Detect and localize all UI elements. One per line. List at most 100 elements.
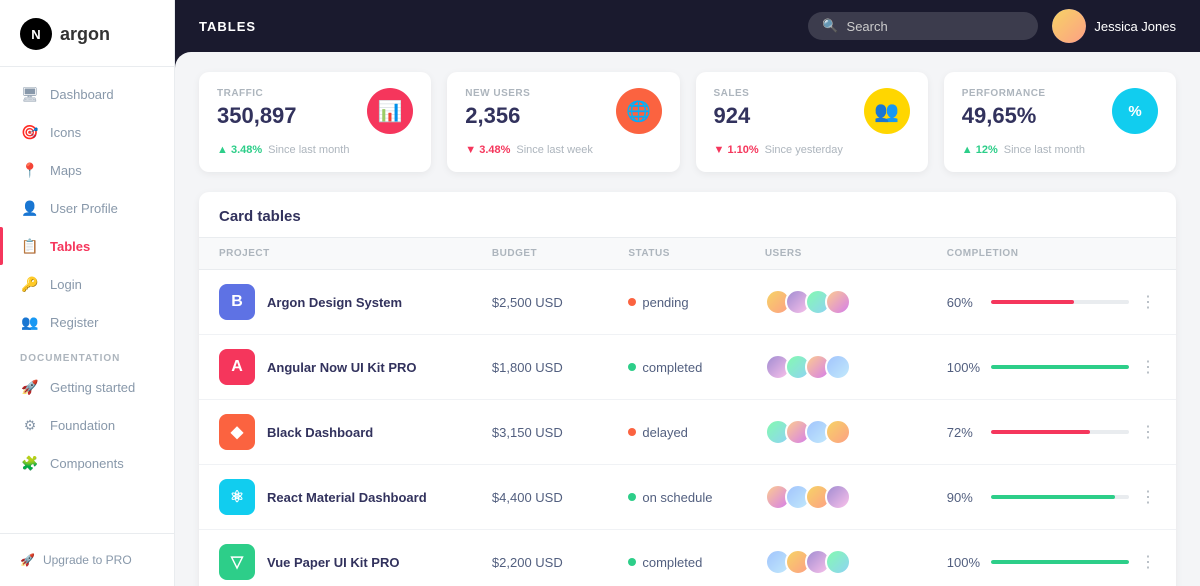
- project-cell: ◆ Black Dashboard: [219, 414, 492, 450]
- project-name: Black Dashboard: [267, 425, 373, 440]
- search-input[interactable]: [847, 19, 1025, 34]
- project-cell: ⚛ React Material Dashboard: [219, 479, 492, 515]
- avatar-image: [1052, 9, 1086, 43]
- user-avatar: [825, 549, 851, 575]
- th-budget: BUDGET: [492, 248, 628, 259]
- completion-cell: 72%: [947, 425, 1129, 440]
- more-options-button[interactable]: ⋮: [1129, 357, 1156, 377]
- status-cell: on schedule: [628, 490, 764, 505]
- project-cell: B Argon Design System: [219, 284, 492, 320]
- status-dot: [628, 298, 636, 306]
- table-title: Card tables: [199, 192, 1176, 238]
- more-options-button[interactable]: ⋮: [1129, 422, 1156, 442]
- sidebar-item-dashboard[interactable]: 🖥 Dashboard: [10, 75, 164, 113]
- progress-fill: [991, 365, 1129, 369]
- completion-pct: 60%: [947, 295, 983, 310]
- status-dot: [628, 428, 636, 436]
- status-dot: [628, 363, 636, 371]
- user-avatar: [825, 354, 851, 380]
- users-cell: [765, 289, 947, 315]
- user-avatar: [825, 289, 851, 315]
- header-right: 🔍 Jessica Jones: [808, 9, 1176, 43]
- more-options-button[interactable]: ⋮: [1129, 552, 1156, 572]
- stat-value: 49,65%: [962, 103, 1046, 129]
- project-logo: A: [219, 349, 255, 385]
- sidebar: N argon 🖥 Dashboard 🎯 Icons 📍 Maps 👤 Use…: [0, 0, 175, 586]
- stat-icon-performance: %: [1112, 88, 1158, 134]
- sidebar-item-tables[interactable]: 📋 Tables: [10, 227, 164, 265]
- budget-cell: $2,200 USD: [492, 555, 628, 570]
- status-cell: delayed: [628, 425, 764, 440]
- register-icon: 👥: [20, 312, 40, 332]
- project-logo: ⚛: [219, 479, 255, 515]
- doc-section-label: DOCUMENTATION: [10, 341, 164, 368]
- stat-value: 924: [714, 103, 751, 129]
- logo-text: argon: [60, 24, 110, 45]
- stat-change: ▼ 1.10%: [714, 144, 759, 156]
- maps-icon: 📍: [20, 160, 40, 180]
- table-row: B Argon Design System $2,500 USD pending…: [199, 270, 1176, 335]
- table-body: B Argon Design System $2,500 USD pending…: [199, 270, 1176, 586]
- sidebar-item-login[interactable]: 🔑 Login: [10, 265, 164, 303]
- sidebar-item-maps[interactable]: 📍 Maps: [10, 151, 164, 189]
- sidebar-item-label: Maps: [50, 163, 82, 178]
- progress-bar: [991, 495, 1129, 499]
- upgrade-label: Upgrade to PRO: [43, 553, 132, 567]
- stat-period: Since last month: [268, 144, 349, 156]
- sidebar-item-icons[interactable]: 🎯 Icons: [10, 113, 164, 151]
- sidebar-item-getting-started[interactable]: 🚀 Getting started: [10, 368, 164, 406]
- more-options-button[interactable]: ⋮: [1129, 292, 1156, 312]
- user-info[interactable]: Jessica Jones: [1052, 9, 1176, 43]
- stat-period: Since last week: [516, 144, 592, 156]
- budget-cell: $4,400 USD: [492, 490, 628, 505]
- project-cell: ▽ Vue Paper UI Kit PRO: [219, 544, 492, 580]
- stat-label: NEW USERS: [465, 88, 530, 99]
- project-logo: ◆: [219, 414, 255, 450]
- user-name: Jessica Jones: [1094, 19, 1176, 34]
- sidebar-item-user-profile[interactable]: 👤 User Profile: [10, 189, 164, 227]
- stat-change: ▲ 12%: [962, 144, 998, 156]
- stat-card-new-users: NEW USERS 2,356 🌐 ▼ 3.48% Since last wee…: [447, 72, 679, 172]
- completion-cell: 100%: [947, 360, 1129, 375]
- sidebar-nav: 🖥 Dashboard 🎯 Icons 📍 Maps 👤 User Profil…: [0, 75, 174, 533]
- user-profile-icon: 👤: [20, 198, 40, 218]
- stat-footer: ▼ 1.10% Since yesterday: [714, 144, 910, 156]
- tables-icon: 📋: [20, 236, 40, 256]
- th-status: STATUS: [628, 248, 764, 259]
- sidebar-item-foundation[interactable]: ⚙ Foundation: [10, 406, 164, 444]
- sidebar-item-label: Dashboard: [50, 87, 114, 102]
- stat-card-performance: PERFORMANCE 49,65% % ▲ 12% Since last mo…: [944, 72, 1176, 172]
- table-header: PROJECT BUDGET STATUS USERS COMPLETION: [199, 238, 1176, 270]
- status-label: delayed: [642, 425, 688, 440]
- upgrade-button[interactable]: 🚀 Upgrade to PRO: [10, 544, 164, 576]
- budget-cell: $1,800 USD: [492, 360, 628, 375]
- sidebar-bottom: 🚀 Upgrade to PRO: [0, 533, 174, 586]
- getting-started-icon: 🚀: [20, 377, 40, 397]
- stat-label: PERFORMANCE: [962, 88, 1046, 99]
- users-cell: [765, 484, 947, 510]
- stat-change: ▼ 3.48%: [465, 144, 510, 156]
- completion-pct: 90%: [947, 490, 983, 505]
- search-bar[interactable]: 🔍: [808, 12, 1038, 40]
- page-title: TABLES: [199, 19, 256, 34]
- progress-fill: [991, 430, 1090, 434]
- foundation-icon: ⚙: [20, 415, 40, 435]
- status-cell: completed: [628, 360, 764, 375]
- user-avatar: [825, 419, 851, 445]
- sidebar-item-label: Getting started: [50, 380, 135, 395]
- status-cell: pending: [628, 295, 764, 310]
- more-options-button[interactable]: ⋮: [1129, 487, 1156, 507]
- stat-change: ▲ 3.48%: [217, 144, 262, 156]
- stat-card-traffic: TRAFFIC 350,897 📊 ▲ 3.48% Since last mon…: [199, 72, 431, 172]
- sidebar-item-label: Login: [50, 277, 82, 292]
- stat-period: Since yesterday: [765, 144, 843, 156]
- project-name: Angular Now UI Kit PRO: [267, 360, 417, 375]
- stat-value: 350,897: [217, 103, 297, 129]
- completion-cell: 90%: [947, 490, 1129, 505]
- sidebar-item-components[interactable]: 🧩 Components: [10, 444, 164, 482]
- budget-cell: $2,500 USD: [492, 295, 628, 310]
- status-label: pending: [642, 295, 688, 310]
- sidebar-item-register[interactable]: 👥 Register: [10, 303, 164, 341]
- status-cell: completed: [628, 555, 764, 570]
- stat-value: 2,356: [465, 103, 530, 129]
